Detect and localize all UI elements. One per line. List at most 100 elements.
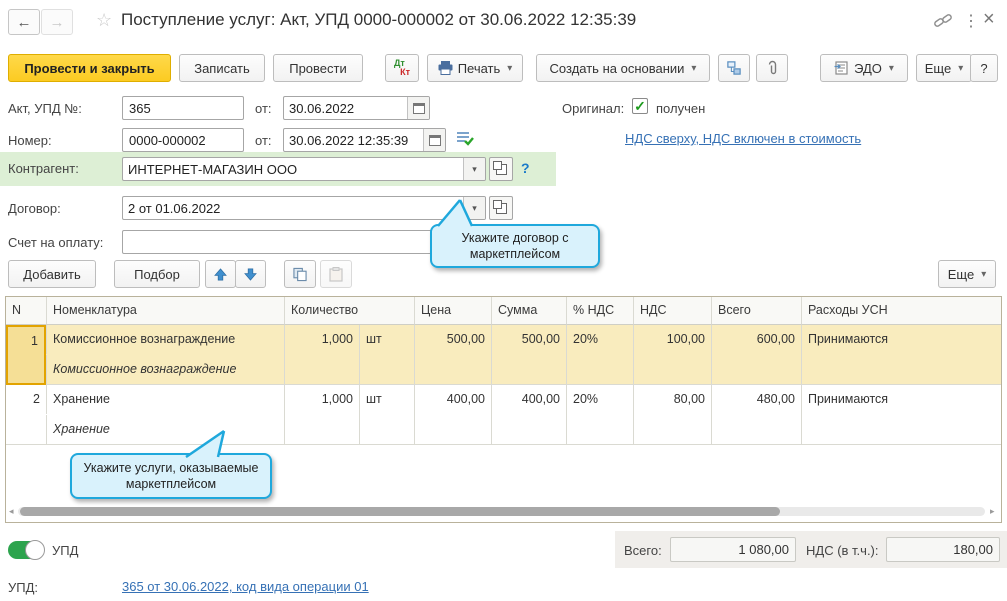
row1-unit[interactable]: шт [359, 325, 414, 385]
show-postings-button[interactable]: Дт Кт [385, 54, 419, 82]
upd-toggle-label: УПД [52, 543, 79, 558]
col-header-usn-expenses[interactable]: Расходы УСН [801, 297, 1001, 325]
number-datetime-calendar-button[interactable] [423, 129, 445, 151]
contract-input[interactable] [123, 197, 463, 219]
row1-vat-rate[interactable]: 20% [566, 325, 633, 385]
row2-unit[interactable]: шт [359, 385, 414, 445]
edo-button[interactable]: ЭДО [820, 54, 908, 82]
help-button[interactable]: ? [970, 54, 998, 82]
help-label: ? [980, 60, 988, 76]
row2-sum[interactable]: 400,00 [491, 385, 566, 445]
col-header-n[interactable]: N [6, 297, 46, 325]
window-menu-button[interactable]: ⋮ [963, 11, 979, 31]
act-date-from-label: от: [255, 101, 272, 116]
copy-row-button[interactable] [284, 260, 316, 288]
vat-total-field [886, 537, 1000, 562]
upd-document-link[interactable]: 365 от 30.06.2022, код вида операции 01 [122, 579, 369, 594]
row2-price[interactable]: 400,00 [414, 385, 491, 445]
col-header-vat-rate[interactable]: % НДС [566, 297, 633, 325]
row2-name-detail[interactable]: Хранение [46, 415, 284, 444]
row2-number[interactable]: 2 [6, 385, 46, 445]
number-date-from-label: от: [255, 133, 272, 148]
close-icon[interactable]: × [983, 8, 995, 31]
col-header-total[interactable]: Всего [711, 297, 801, 325]
col-header-vat[interactable]: НДС [633, 297, 711, 325]
number-datetime-input[interactable] [284, 129, 423, 151]
more-button[interactable]: Еще [916, 54, 972, 82]
favorite-star-icon[interactable]: ☆ [96, 10, 112, 31]
arrow-up-blue-icon [214, 267, 227, 280]
calendar-icon [428, 134, 441, 146]
original-received-checkbox[interactable]: ✓ [632, 98, 648, 114]
attachments-button[interactable] [756, 54, 788, 82]
forward-button[interactable]: → [41, 9, 73, 35]
table-row[interactable]: 2 Хранение Хранение 1,000 шт 400,00 400,… [6, 385, 1001, 445]
list-with-green-check-icon[interactable] [456, 129, 474, 147]
items-more-button[interactable]: Еще [938, 260, 996, 288]
paperclip-icon [768, 60, 776, 75]
row2-quantity[interactable]: 1,000 [284, 385, 359, 445]
counterparty-dropdown-button[interactable]: ▾ [463, 158, 485, 180]
number-input[interactable] [122, 128, 244, 152]
horizontal-scrollbar[interactable] [18, 507, 985, 516]
related-documents-button[interactable] [718, 54, 750, 82]
contract-open-button[interactable] [489, 196, 513, 220]
post-and-close-label: Провести и закрыть [24, 60, 155, 76]
save-button[interactable]: Записать [179, 54, 265, 82]
row2-usn[interactable]: Принимаются [801, 385, 1001, 445]
create-based-on-button[interactable]: Создать на основании [536, 54, 710, 82]
scroll-right-arrow[interactable]: ▸ [990, 506, 995, 517]
row1-total[interactable]: 600,00 [711, 325, 801, 385]
pick-items-label: Подбор [134, 266, 180, 282]
move-row-up-button[interactable] [205, 260, 236, 288]
caret-down-icon: ▾ [472, 163, 477, 174]
post-and-close-button[interactable]: Провести и закрыть [8, 54, 171, 82]
row1-vat[interactable]: 100,00 [633, 325, 711, 385]
toggle-knob [25, 540, 45, 560]
paste-icon [329, 266, 343, 282]
print-button[interactable]: Печать [427, 54, 523, 82]
col-header-nomenclature[interactable]: Номенклатура [46, 297, 284, 325]
counterparty-open-button[interactable] [489, 157, 513, 181]
row1-sum[interactable]: 500,00 [491, 325, 566, 385]
upd-toggle[interactable] [8, 540, 45, 560]
get-link-button[interactable] [933, 11, 953, 29]
paste-row-button[interactable] [320, 260, 352, 288]
act-date-field[interactable] [283, 96, 430, 120]
col-header-quantity[interactable]: Количество [284, 297, 414, 325]
row2-vat[interactable]: 80,00 [633, 385, 711, 445]
number-datetime-field[interactable] [283, 128, 446, 152]
act-number-input[interactable] [122, 96, 244, 120]
row2-total[interactable]: 480,00 [711, 385, 801, 445]
contract-callout-tail [437, 199, 474, 227]
scroll-left-arrow[interactable]: ◂ [9, 506, 14, 517]
vat-total-label: НДС (в т.ч.): [806, 543, 879, 558]
row2-name[interactable]: Хранение [46, 385, 284, 414]
row1-quantity[interactable]: 1,000 [284, 325, 359, 385]
row2-vat-rate[interactable]: 20% [566, 385, 633, 445]
row1-price[interactable]: 500,00 [414, 325, 491, 385]
counterparty-help-link[interactable]: ? [521, 160, 530, 176]
scrollbar-thumb[interactable] [20, 507, 780, 516]
current-cell-row-number[interactable]: 1 [6, 325, 46, 385]
back-button[interactable]: ← [8, 9, 40, 35]
row1-name-detail[interactable]: Комиссионное вознаграждение [46, 355, 284, 384]
col-header-sum[interactable]: Сумма [491, 297, 566, 325]
counterparty-field[interactable]: ▾ [122, 157, 486, 181]
vat-mode-link[interactable]: НДС сверху, НДС включен в стоимость [625, 131, 861, 146]
table-row[interactable]: Комиссионное вознаграждение Комиссионное… [6, 325, 1001, 385]
row1-name[interactable]: Комиссионное вознаграждение [46, 325, 284, 354]
act-date-input[interactable] [284, 97, 407, 119]
add-row-button[interactable]: Добавить [8, 260, 96, 288]
pick-items-button[interactable]: Подбор [114, 260, 200, 288]
post-button[interactable]: Провести [273, 54, 363, 82]
move-row-down-button[interactable] [235, 260, 266, 288]
act-date-calendar-button[interactable] [407, 97, 429, 119]
more-label: Еще [924, 60, 952, 76]
original-received-checkbox-label[interactable]: получен [656, 100, 705, 118]
items-more-label: Еще [947, 266, 975, 282]
row1-usn[interactable]: Принимаются [801, 325, 1001, 385]
open-form-icon [492, 160, 507, 175]
counterparty-input[interactable] [123, 158, 463, 180]
col-header-price[interactable]: Цена [414, 297, 491, 325]
